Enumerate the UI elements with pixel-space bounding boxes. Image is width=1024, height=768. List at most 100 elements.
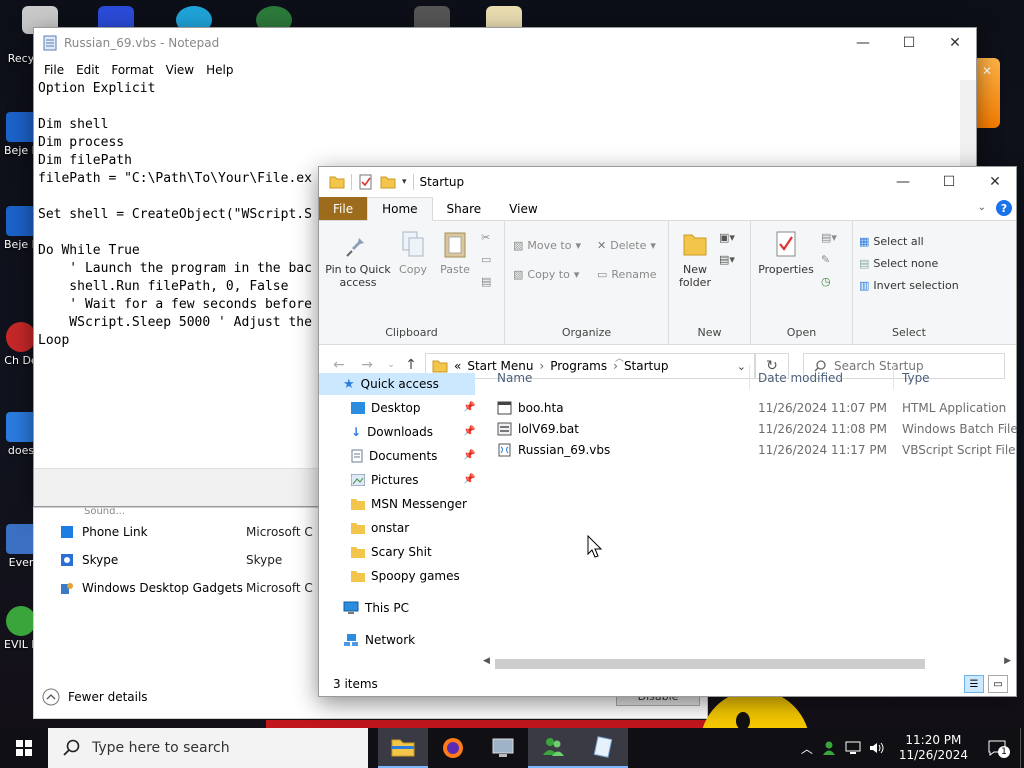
program-row[interactable]: Windows Desktop Gadgets Microsoft C [60,577,313,599]
minimize-button[interactable]: — [880,167,926,197]
taskbar-firefox[interactable] [428,728,478,768]
tab-file[interactable]: File [319,197,368,220]
chevron-down-icon[interactable]: ⌄ [978,202,986,213]
scroll-right-icon[interactable]: ▶ [1004,656,1011,666]
nav-item-msn-messenger[interactable]: MSN Messenger [351,493,467,515]
menu-view[interactable]: View [160,63,200,77]
taskbar-computer-app[interactable] [478,728,528,768]
copy-button[interactable]: Copy [395,229,431,276]
pin-icon[interactable]: 📌 [463,450,475,461]
tab-share[interactable]: Share [433,197,496,220]
tab-home[interactable]: Home [367,197,433,221]
help-icon[interactable]: ? [996,200,1012,216]
nav-quick-access[interactable]: ★ Quick access [319,373,475,395]
file-explorer-window[interactable]: ▾ Startup — ☐ ✕ File Home Share View ⌄ ?… [318,166,1018,697]
rename-button[interactable]: ▭ Rename [597,268,657,281]
maximize-button[interactable]: ☐ [926,167,972,197]
nav-label: Scary Shit [371,545,432,559]
new-folder-icon [681,229,709,259]
chevron-up-icon[interactable]: ︿ [801,740,813,757]
minimize-button[interactable]: — [840,28,886,58]
easy-access-icon[interactable]: ▤▾ [719,253,735,266]
chevron-down-icon[interactable]: ▾ [402,177,407,187]
copy-to-button[interactable]: ▧ Copy to ▾ [513,268,579,281]
edit-icon[interactable]: ✎ [821,253,830,266]
program-row[interactable]: Skype Skype [60,549,282,571]
nav-network[interactable]: Network [343,629,415,651]
pin-quick-access-button[interactable]: Pin to Quick access [325,229,391,289]
file-row[interactable]: boo.hta 11/26/2024 11:07 PM HTML Applica… [485,397,1015,418]
pin-icon[interactable]: 📌 [463,474,475,485]
network-status-icon[interactable] [845,741,861,755]
nav-item-desktop[interactable]: Desktop [351,397,421,419]
menu-format[interactable]: Format [105,63,159,77]
firefox-icon [441,736,465,760]
scroll-left-icon[interactable]: ◀ [483,656,490,666]
column-date-modified[interactable]: Date modified [758,363,843,393]
nav-item-scary-shit[interactable]: Scary Shit [351,541,432,563]
invert-selection-button[interactable]: ▥ Invert selection [859,279,959,292]
move-to-button[interactable]: ▧ Move to ▾ [513,239,581,252]
volume-icon[interactable] [869,741,885,755]
new-folder-quick-icon[interactable] [380,175,396,189]
large-icons-view-button[interactable]: ▭ [988,675,1008,693]
pin-icon[interactable]: 📌 [463,402,475,413]
folder-icon [351,546,365,558]
fewer-details-button[interactable]: Fewer details [42,688,148,706]
show-desktop-button[interactable] [1020,728,1024,768]
column-type[interactable]: Type [902,363,930,393]
file-row[interactable]: Russian_69.vbs 11/26/2024 11:17 PM VBScr… [485,439,1016,460]
nav-item-documents[interactable]: Documents [351,445,437,467]
taskbar-file-explorer[interactable] [378,728,428,768]
explorer-titlebar[interactable]: ▾ Startup — ☐ ✕ [319,167,1016,197]
nav-item-onstar[interactable]: onstar [351,517,409,539]
nav-label: Documents [369,449,438,463]
copy-path-icon[interactable]: ▭ [481,253,491,266]
close-button[interactable]: ✕ [972,167,1018,197]
new-item-icon[interactable]: ▣▾ [719,231,735,244]
close-icon[interactable]: ✕ [974,58,1000,78]
pin-icon[interactable]: 📌 [463,426,475,437]
properties-button[interactable]: Properties [757,229,815,276]
notepad-titlebar[interactable]: Russian_69.vbs - Notepad — ☐ ✕ [34,28,976,58]
taskbar-clock[interactable]: 11:20 PM 11/26/2024 [893,733,974,763]
new-folder-button[interactable]: New folder [671,229,719,289]
start-button[interactable] [0,728,48,768]
column-divider[interactable] [749,365,750,389]
tab-view[interactable]: View [495,197,551,220]
taskbar-search[interactable]: Type here to search [48,728,368,768]
delete-button[interactable]: ✕ Delete ▾ [597,239,656,252]
select-none-button[interactable]: ▤ Select none [859,257,938,270]
group-label: Select [892,326,926,339]
close-button[interactable]: ✕ [932,28,978,58]
program-row[interactable]: Phone Link Microsoft C [60,521,313,543]
nav-item-downloads[interactable]: ↓ Downloads [351,421,433,443]
menu-help[interactable]: Help [200,63,239,77]
computer-icon [343,601,359,615]
hta-file-icon [497,401,512,415]
paste-shortcut-icon[interactable]: ▤ [481,275,491,288]
horizontal-scrollbar[interactable]: ◀ ▶ [481,655,1017,673]
open-icon[interactable]: ▤▾ [821,231,837,244]
maximize-button[interactable]: ☐ [886,28,932,58]
nav-this-pc[interactable]: This PC [343,597,409,619]
msn-tray-icon[interactable] [821,740,837,756]
button-label: Rename [611,268,657,281]
menu-edit[interactable]: Edit [70,63,105,77]
cut-icon[interactable]: ✂ [481,231,490,244]
column-divider[interactable] [893,365,894,389]
menu-file[interactable]: File [38,63,70,77]
scrollbar-thumb[interactable] [495,659,925,669]
details-view-button[interactable]: ☰ [964,675,984,693]
nav-item-pictures[interactable]: Pictures [351,469,419,491]
nav-item-spoopy-games[interactable]: Spoopy games [351,565,460,587]
taskbar-msn-messenger[interactable] [528,728,578,768]
history-icon[interactable]: ◷ [821,275,831,288]
notifications-button[interactable]: 1 [982,740,1012,758]
paste-button[interactable]: Paste [437,229,473,276]
column-name[interactable]: Name [497,363,532,393]
taskbar-notepad[interactable] [578,728,628,768]
file-row[interactable]: lolV69.bat 11/26/2024 11:08 PM Windows B… [485,418,1018,439]
properties-quick-icon[interactable] [358,174,374,190]
select-all-button[interactable]: ▦ Select all [859,235,924,248]
